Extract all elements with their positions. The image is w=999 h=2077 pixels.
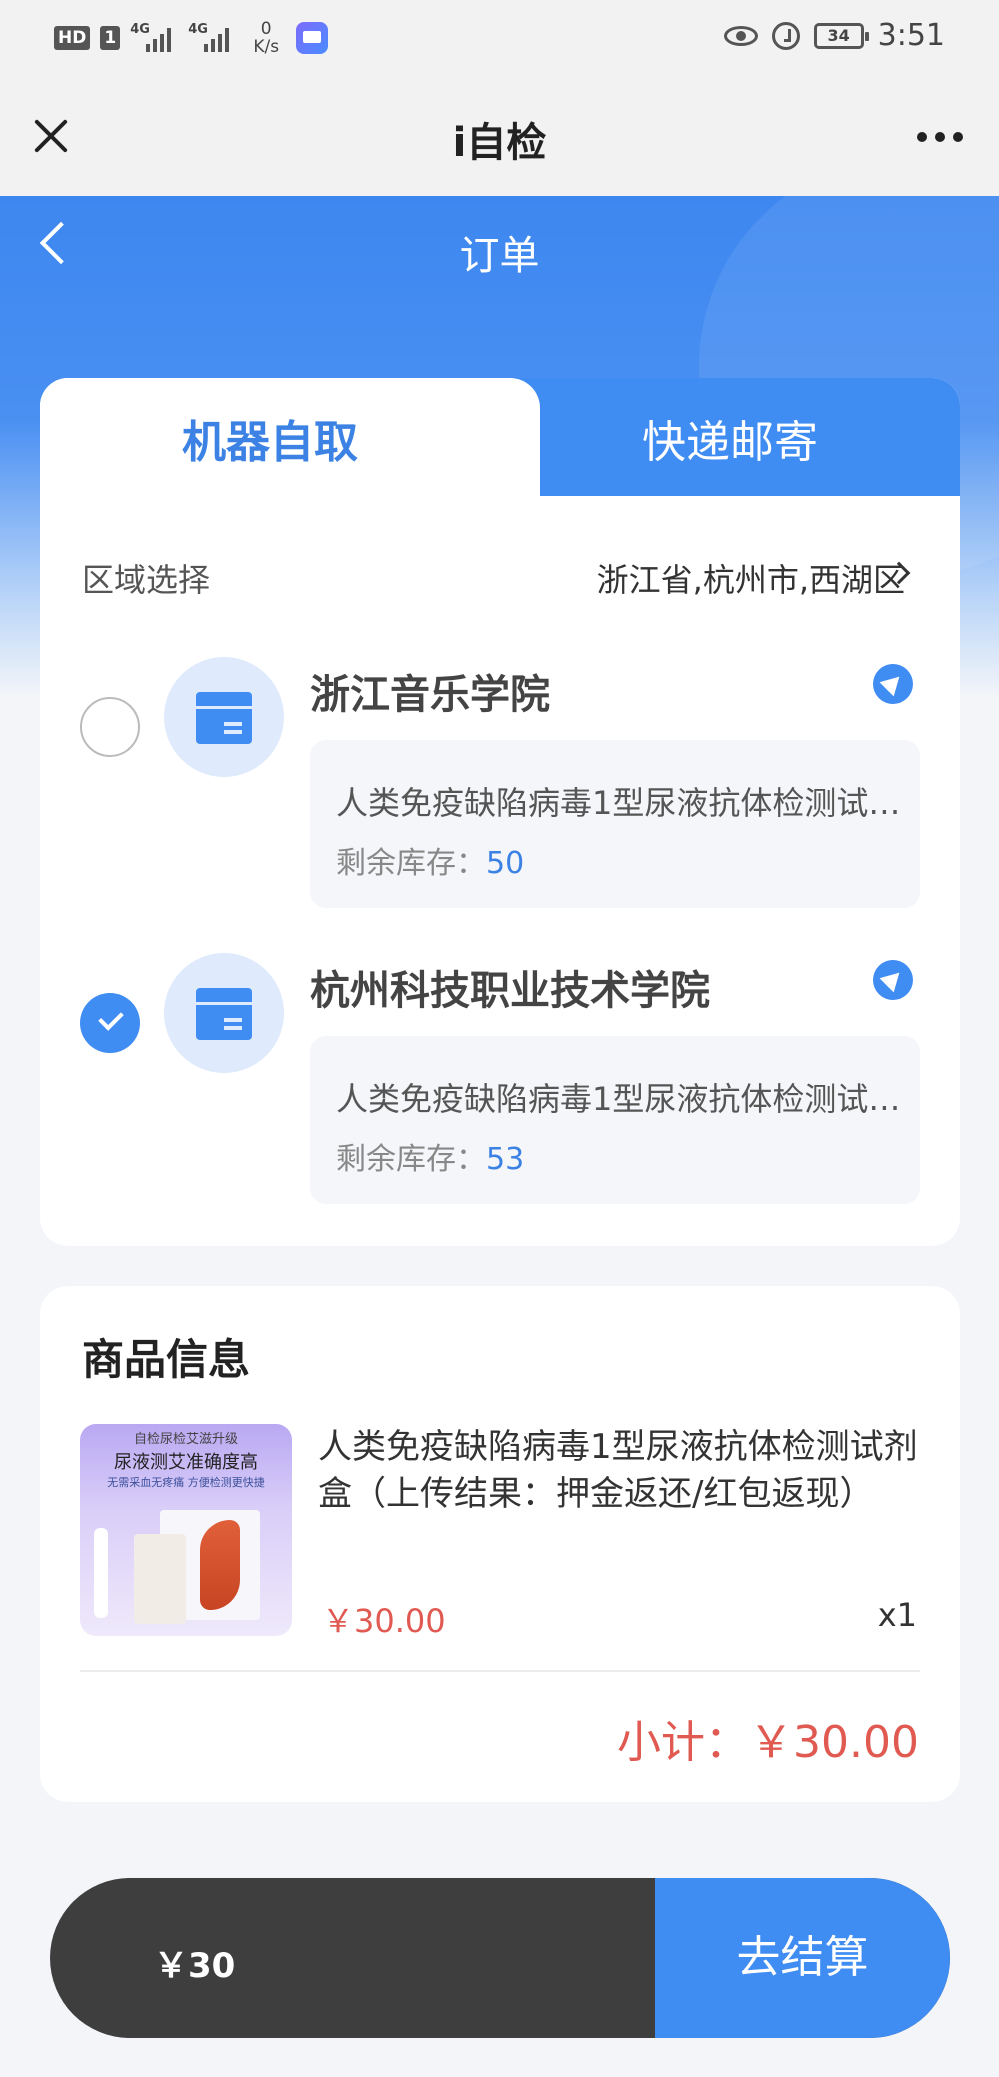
stock-label: 剩余库存： bbox=[336, 846, 486, 881]
status-right: 34 3:51 bbox=[723, 18, 945, 53]
navigate-icon[interactable] bbox=[873, 664, 913, 704]
battery-icon: 34 bbox=[813, 22, 869, 49]
stock-product-name: 人类免疫缺陷病毒1型尿液抗体检测试剂盒（上传结果：押金返还/红包返现） bbox=[336, 1080, 906, 1118]
stock-line: 剩余库存：53 bbox=[336, 1134, 524, 1178]
alarm-icon bbox=[771, 21, 800, 50]
area-label: 区域选择 bbox=[82, 561, 211, 599]
checkout-button[interactable]: 去结算 bbox=[655, 1878, 950, 2038]
goods-quantity: x1 bbox=[877, 1596, 917, 1634]
net-speed: 0 K/s bbox=[246, 20, 286, 56]
mini-program-title: i自检 bbox=[452, 120, 547, 166]
test-stick-graphic bbox=[94, 1528, 108, 1618]
eye-icon bbox=[723, 25, 758, 46]
navigate-icon[interactable] bbox=[873, 960, 913, 1000]
net-speed-unit: K/s bbox=[253, 37, 280, 57]
product-image: 自检尿检艾滋升级 尿液测艾准确度高 无需采血无疼痛 方便检测更快捷 bbox=[80, 1424, 292, 1636]
hd-badge: HD bbox=[54, 26, 91, 50]
area-selector[interactable]: 浙江省,杭州市,西湖区 bbox=[597, 555, 905, 601]
status-left: HD 1 4G 4G 0 K/s bbox=[54, 20, 329, 56]
site-stock-panel: 人类免疫缺陷病毒1型尿液抗体检测试剂盒（上传结果：押金返还/红包返现） 剩余库存… bbox=[310, 1036, 920, 1204]
signal-icon: 4G bbox=[188, 22, 236, 54]
clock: 3:51 bbox=[877, 18, 945, 53]
stock-count: 50 bbox=[486, 846, 525, 881]
page-title: 订单 bbox=[459, 233, 540, 279]
goods-section-title: 商品信息 bbox=[82, 1335, 251, 1384]
tab-self-pickup[interactable]: 机器自取 bbox=[40, 406, 500, 470]
stock-line: 剩余库存：50 bbox=[336, 838, 524, 882]
site-stock-panel: 人类免疫缺陷病毒1型尿液抗体检测试剂盒（上传结果：押金返还/红包返现） 剩余库存… bbox=[310, 740, 920, 908]
stock-count: 53 bbox=[486, 1142, 525, 1177]
site-name[interactable]: 杭州科技职业技术学院 bbox=[310, 958, 710, 1016]
stock-label: 剩余库存： bbox=[336, 1142, 486, 1177]
order-total: ￥30 bbox=[154, 1946, 236, 1986]
product-image-text: 自检尿检艾滋升级 bbox=[133, 1432, 238, 1447]
box-icon bbox=[164, 657, 284, 777]
goods-name: 人类免疫缺陷病毒1型尿液抗体检测试剂盒（上传结果：押金返还/红包返现） bbox=[318, 1427, 918, 1514]
more-icon[interactable] bbox=[917, 132, 963, 142]
sim-badge: 1 bbox=[100, 26, 121, 50]
status-bar: HD 1 4G 4G 0 K/s 34 3:51 bbox=[0, 0, 999, 76]
site-name[interactable]: 浙江音乐学院 bbox=[310, 662, 550, 720]
box-icon bbox=[164, 953, 284, 1073]
site-radio[interactable] bbox=[80, 697, 140, 757]
tab-express[interactable]: 快递邮寄 bbox=[560, 406, 900, 470]
goods-price: ￥30.00 bbox=[322, 1602, 446, 1640]
divider bbox=[80, 1670, 920, 1672]
site-radio-checked[interactable] bbox=[80, 993, 140, 1053]
product-image-text: 无需采血无疼痛 方便检测更快捷 bbox=[107, 1476, 265, 1489]
subtotal: 小计：￥30.00 bbox=[617, 1717, 919, 1768]
stock-product-name: 人类免疫缺陷病毒1型尿液抗体检测试剂盒（上传结果：押金返还/红包返现） bbox=[336, 784, 906, 822]
pouch-graphic bbox=[134, 1534, 186, 1624]
signal-icon: 4G bbox=[130, 22, 178, 54]
product-image-text: 尿液测艾准确度高 bbox=[114, 1452, 258, 1473]
mini-program-nav: i自检 bbox=[0, 76, 999, 196]
app-notification-icon bbox=[296, 22, 329, 54]
net-speed-value: 0 bbox=[260, 19, 272, 39]
